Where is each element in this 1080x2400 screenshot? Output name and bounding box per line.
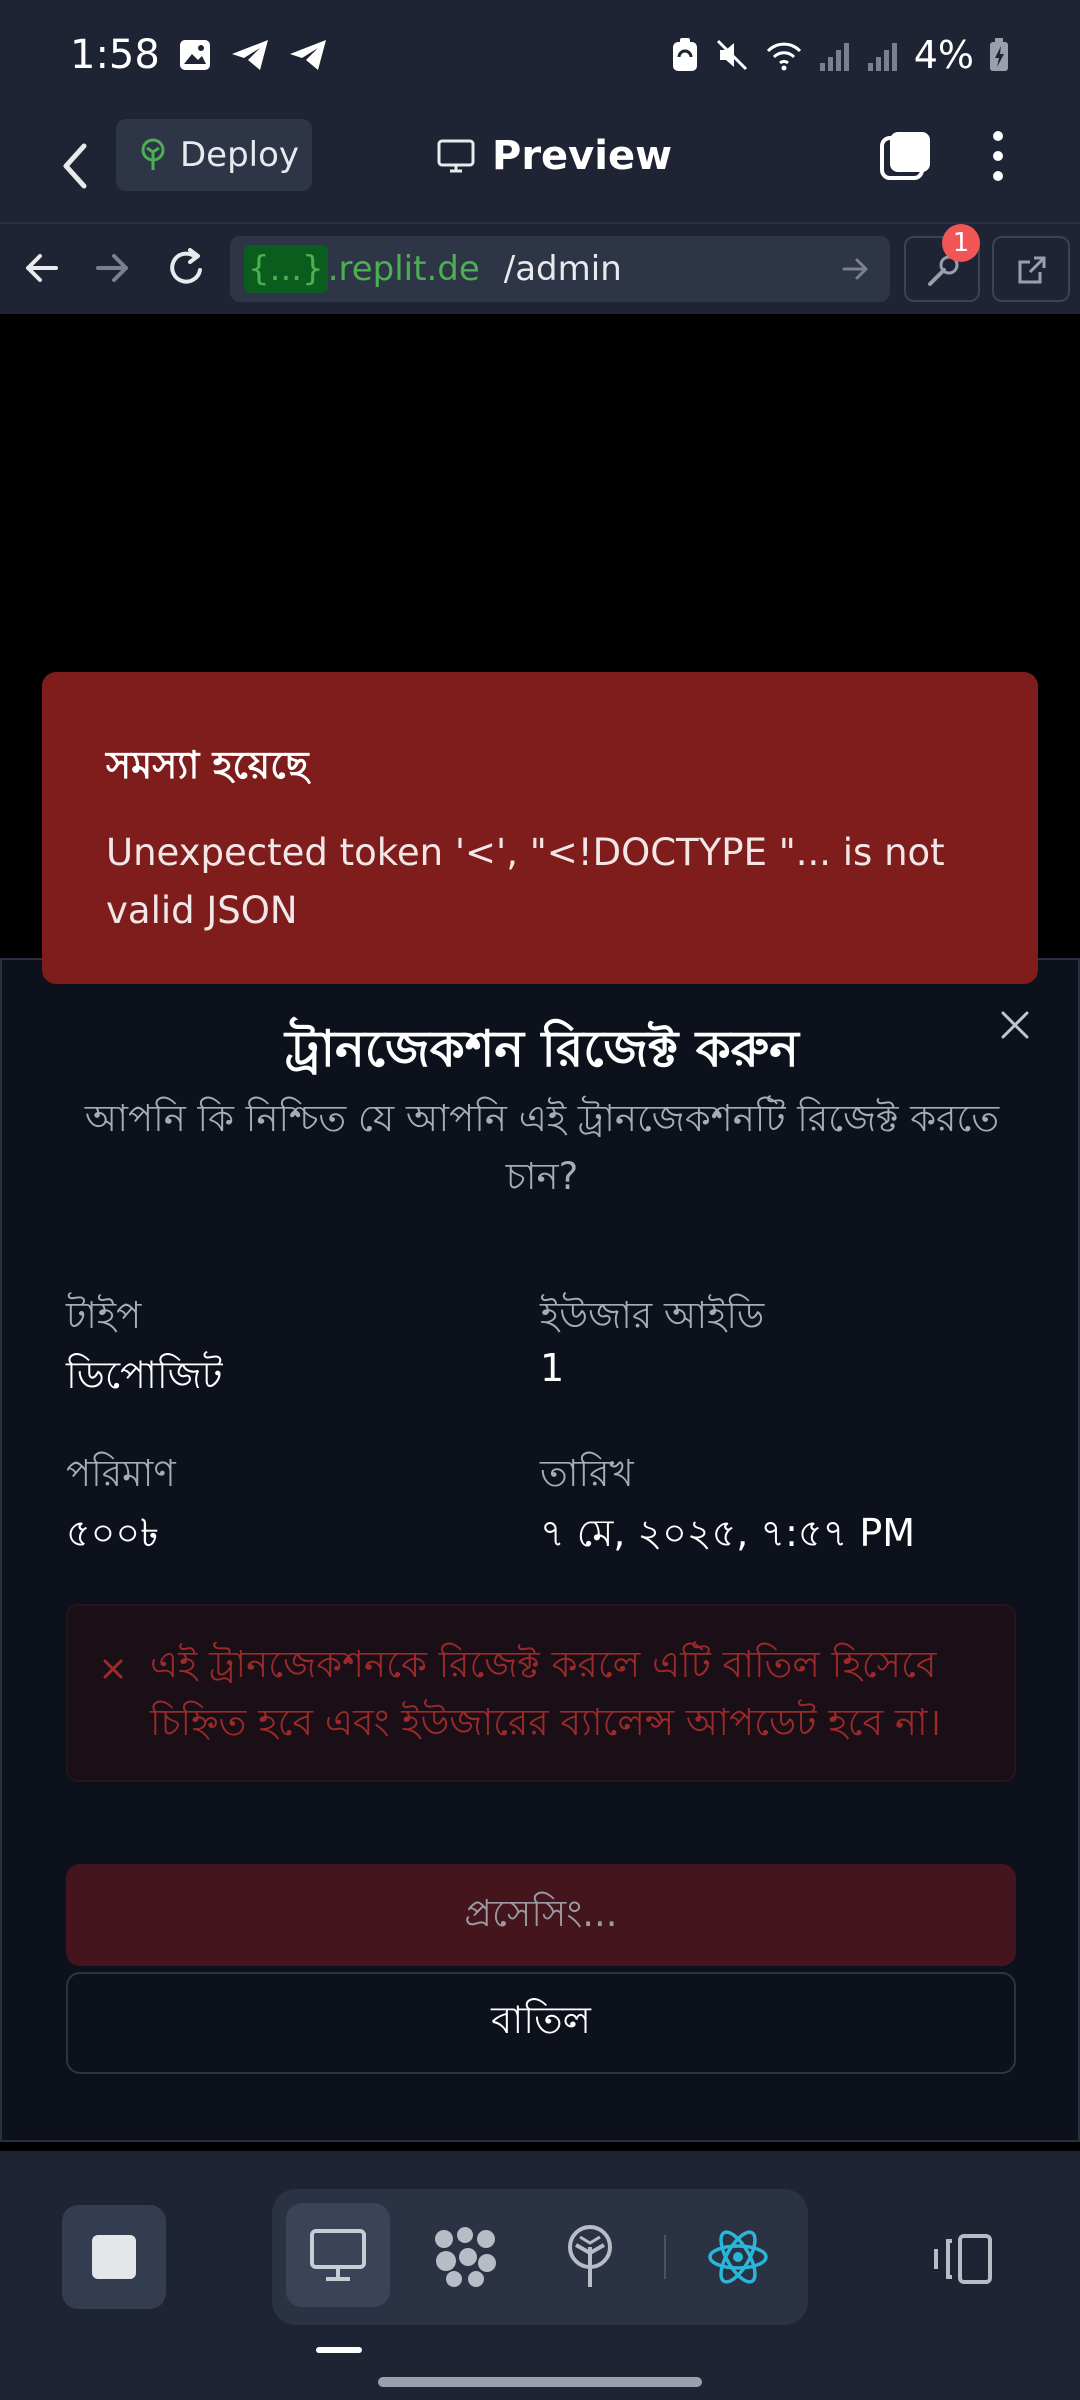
browser-bar: {...} .replit.de /admin 1 xyxy=(0,222,1080,314)
error-x-icon xyxy=(103,1659,123,1679)
agent-icon[interactable] xyxy=(432,2225,498,2289)
battery-icon xyxy=(990,38,1008,71)
dialog-title: ট্রানজেকশন রিজেক্ট করুন xyxy=(285,1020,799,1078)
tool-separator xyxy=(664,2235,666,2279)
amount-label: পরিমাণ xyxy=(66,1452,176,1495)
arrow-left-icon[interactable] xyxy=(22,248,62,288)
type-label: টাইপ xyxy=(66,1294,142,1337)
battery-saver-icon xyxy=(672,38,697,71)
page-content: ট্রানজেকশন রিজেক্ট করুন আপনি কি নিশ্চিত … xyxy=(0,314,1080,2151)
toast-title: সমস্যা হয়েছে xyxy=(106,743,309,787)
stop-icon xyxy=(92,2235,136,2279)
url-chip: {...} xyxy=(244,245,328,293)
date-value: ৭ মে, ২০২৫, ৭:৫৭ PM xyxy=(540,1511,916,1555)
status-left: 1:58 xyxy=(70,32,328,78)
wifi-icon xyxy=(766,42,801,71)
active-tab-indicator xyxy=(316,2347,362,2353)
dialog-description: আপনি কি নিশ্চিত যে আপনি এই ট্রানজেকশনটি … xyxy=(84,1097,1000,1198)
preview-title: Preview xyxy=(436,126,672,186)
deploy-label: Deploy xyxy=(180,135,300,175)
react-icon[interactable] xyxy=(706,2225,770,2289)
reject-dialog: ট্রানজেকশন রিজেক্ট করুন আপনি কি নিশ্চিত … xyxy=(0,958,1080,2142)
warning-box: এই ট্রানজেকশনকে রিজেক্ট করলে এটি বাতিল হ… xyxy=(66,1604,1016,1782)
open-external-button[interactable] xyxy=(992,236,1070,302)
type-value: ডিপোজিট xyxy=(66,1353,223,1397)
url-field[interactable]: {...} .replit.de /admin xyxy=(230,236,890,302)
reload-icon[interactable] xyxy=(166,246,208,290)
deploy-button[interactable]: Deploy xyxy=(116,119,312,191)
panel-icon[interactable] xyxy=(930,2233,994,2285)
devtools-button[interactable]: 1 xyxy=(904,224,980,302)
status-time: 1:58 xyxy=(70,32,160,78)
telegram-icon xyxy=(289,40,326,70)
deploy-icon xyxy=(141,138,165,170)
preview-tool-button[interactable] xyxy=(286,2203,390,2307)
arrow-right-icon[interactable] xyxy=(92,248,132,288)
back-chevron-icon[interactable] xyxy=(52,134,100,198)
devtools-badge: 1 xyxy=(942,224,980,262)
bottom-toolbar xyxy=(0,2151,1080,2400)
gallery-icon xyxy=(179,40,210,70)
battery-percent: 4% xyxy=(913,33,974,77)
preview-monitor-icon xyxy=(310,2229,366,2281)
url-path: /admin xyxy=(503,249,622,289)
tool-group xyxy=(272,2189,808,2325)
preview-label: Preview xyxy=(492,133,673,179)
telegram-icon xyxy=(231,40,268,70)
status-bar: 1:58 4% xyxy=(0,0,1080,110)
home-indicator[interactable] xyxy=(378,2377,702,2387)
date-label: তারিখ xyxy=(540,1452,634,1495)
app-header: Deploy Preview xyxy=(0,110,1080,222)
user-id-label: ইউজার আইডি xyxy=(540,1294,765,1337)
processing-button[interactable]: প্রসেসিং... xyxy=(66,1864,1016,1966)
status-right: 4% xyxy=(670,33,1010,77)
url-go-icon[interactable] xyxy=(840,254,870,284)
toast-message: Unexpected token '<', "<!DOCTYPE "... is… xyxy=(106,831,945,932)
external-link-icon xyxy=(1018,256,1046,284)
warning-text: এই ট্রানজেকশনকে রিজেক্ট করলে এটি বাতিল হ… xyxy=(150,1643,941,1744)
mute-icon xyxy=(716,39,747,71)
tabs-icon[interactable] xyxy=(878,128,934,184)
deploy-tree-icon[interactable] xyxy=(562,2223,618,2291)
stop-button[interactable] xyxy=(62,2205,166,2309)
signal-icon xyxy=(819,43,849,71)
monitor-icon xyxy=(437,139,475,173)
error-toast[interactable]: সমস্যা হয়েছে Unexpected token '<', "<!D… xyxy=(42,672,1038,984)
amount-value: ৫০০৳ xyxy=(66,1511,159,1555)
cancel-button[interactable]: বাতিল xyxy=(66,1972,1016,2074)
user-id-value: 1 xyxy=(540,1346,565,1390)
url-domain: .replit.de xyxy=(327,249,480,289)
signal-icon xyxy=(867,43,897,71)
kebab-menu-icon[interactable] xyxy=(986,128,1010,184)
